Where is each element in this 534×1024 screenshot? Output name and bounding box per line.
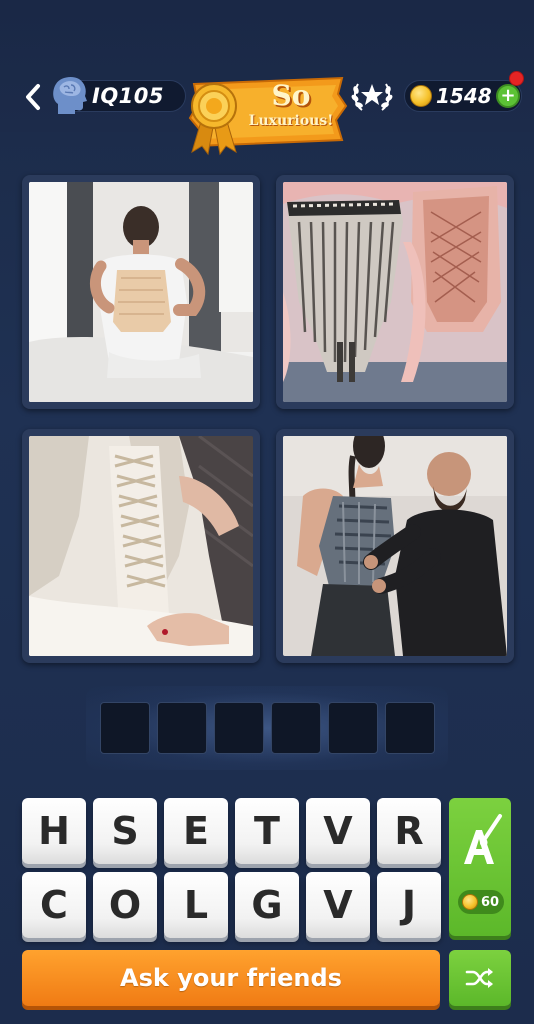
photo-back-brace [29,182,253,402]
brain-head-icon [50,74,90,116]
letter-key[interactable]: E [164,798,228,864]
add-coins-button[interactable]: + [496,84,520,108]
answer-slot[interactable] [271,702,321,754]
iq-value: 105 [118,84,165,108]
answer-slot[interactable] [214,702,264,754]
coin-icon [410,85,432,107]
hint-cost-value: 60 [481,894,500,910]
iq-score: IQ105 [92,82,164,110]
shuffle-button[interactable] [449,950,511,1006]
chevron-left-icon [26,84,40,110]
rank-button[interactable] [350,76,394,116]
letter-key[interactable]: G [235,872,299,938]
answer-slot[interactable] [157,702,207,754]
badge-subtitle: Luxurious! [248,113,334,129]
photo-wedding-corset-lacing [29,436,253,656]
letter-key[interactable]: S [93,798,157,864]
coin-icon [462,894,478,910]
ask-friends-button[interactable]: Ask your friends [22,950,440,1006]
photo-frame-3[interactable] [22,429,260,663]
rosette-ribbon-icon [191,83,237,156]
letter-key[interactable]: H [22,798,86,864]
letter-key[interactable]: R [377,798,441,864]
answer-slot[interactable] [100,702,150,754]
laurel-star-icon [351,83,393,111]
photo-frame-4[interactable] [276,429,514,663]
answer-slot[interactable] [328,702,378,754]
hint-cost-badge: 60 [458,890,504,914]
photo-frame-1[interactable] [22,175,260,409]
photo-designer-fitting-corset [283,436,507,656]
back-button[interactable] [18,80,48,114]
notification-dot [509,71,524,86]
letter-brush-icon [464,814,502,864]
letter-key[interactable]: J [377,872,441,938]
badge-title: So [271,79,311,112]
coin-count: 1548 [436,84,492,108]
letter-key[interactable]: C [22,872,86,938]
photo-corsets-mannequins [283,182,507,402]
reveal-letter-hint-button[interactable] [449,798,511,936]
plus-icon: + [500,85,516,106]
letter-key[interactable]: V [306,872,370,938]
letter-key[interactable]: T [235,798,299,864]
answer-slot[interactable] [385,702,435,754]
shuffle-icon [465,968,493,988]
letter-key[interactable]: V [306,798,370,864]
photo-frame-2[interactable] [276,175,514,409]
so-luxurious-badge: So Luxurious! [186,74,350,156]
letter-key[interactable]: L [164,872,228,938]
iq-label: IQ [92,84,119,108]
letter-key[interactable]: O [93,872,157,938]
